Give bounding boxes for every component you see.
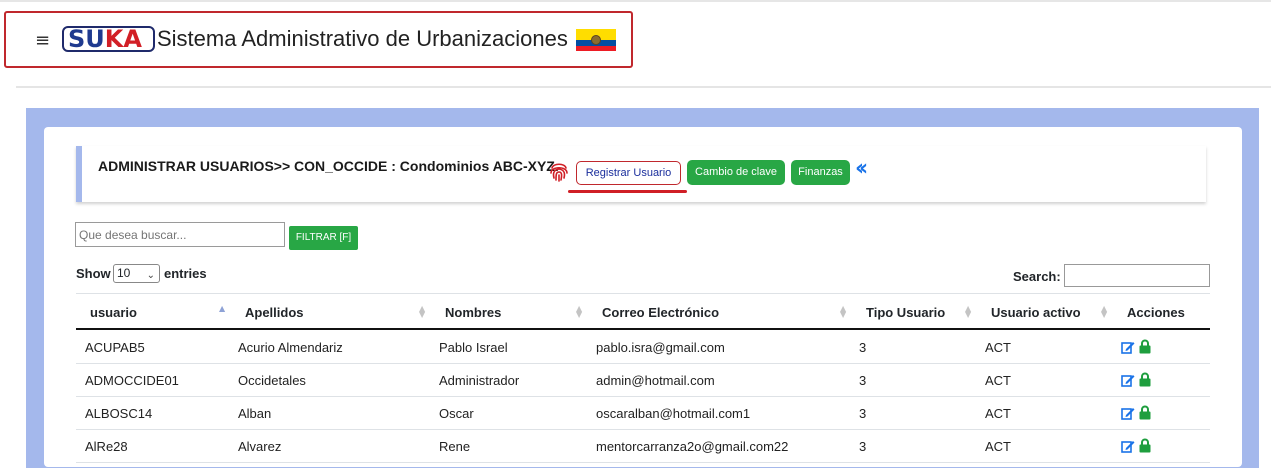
cell-activo: ACT bbox=[985, 373, 1011, 388]
cell-nombres: Oscar bbox=[439, 406, 474, 421]
cell-activo: ACT bbox=[985, 340, 1011, 355]
column-acciones: Acciones bbox=[1127, 305, 1185, 320]
finance-button[interactable]: Finanzas bbox=[791, 160, 850, 185]
lock-icon[interactable] bbox=[1139, 372, 1151, 387]
search-label: Search: bbox=[1013, 269, 1061, 284]
lock-icon[interactable] bbox=[1139, 339, 1151, 354]
cell-apellidos: Acurio Almendariz bbox=[238, 340, 343, 355]
cell-activo: ACT bbox=[985, 439, 1011, 454]
table-row: ADMOCCIDE01 Occidetales Administrador ad… bbox=[76, 364, 1210, 397]
highlight-underline bbox=[568, 190, 687, 193]
table-search-input[interactable] bbox=[1064, 264, 1210, 287]
edit-icon[interactable] bbox=[1121, 406, 1135, 420]
column-usuario[interactable]: usuario bbox=[90, 305, 137, 320]
sort-icon: ▲ ▼ bbox=[576, 304, 583, 319]
cell-correo: oscaralban@hotmail.com1 bbox=[596, 406, 751, 421]
sort-icon: ▲ ▼ bbox=[1101, 304, 1108, 319]
change-password-button[interactable]: Cambio de clave bbox=[687, 160, 785, 185]
column-correo[interactable]: Correo Electrónico bbox=[602, 305, 719, 320]
cell-usuario: AlRe28 bbox=[85, 439, 128, 454]
cell-nombres: Pablo Israel bbox=[439, 340, 508, 355]
filter-button[interactable]: FILTRAR [F] bbox=[289, 226, 358, 250]
sort-icon: ▲ ▼ bbox=[840, 304, 847, 319]
brand-box: ≡ SUKA Sistema Administrativo de Urbaniz… bbox=[4, 11, 633, 68]
table-header: usuario ▲ Apellidos ▲ ▼ Nombres ▲ ▼ Correo… bbox=[76, 294, 1210, 330]
cell-apellidos: Occidetales bbox=[238, 373, 306, 388]
cell-correo: admin@hotmail.com bbox=[596, 373, 715, 388]
lock-icon[interactable] bbox=[1139, 438, 1151, 453]
fingerprint-icon[interactable] bbox=[547, 159, 571, 183]
double-chevron-left-icon[interactable]: ‹‹ bbox=[855, 156, 868, 181]
ecuador-flag-icon bbox=[576, 29, 616, 51]
filter-input[interactable] bbox=[75, 222, 285, 247]
cell-tipo: 3 bbox=[859, 406, 867, 421]
table-row: ALBOSC14 Alban Oscar oscaralban@hotmail.… bbox=[76, 397, 1210, 430]
cell-correo: pablo.isra@gmail.com bbox=[596, 340, 725, 355]
cell-tipo: 3 bbox=[859, 373, 867, 388]
cell-apellidos: Alban bbox=[238, 406, 272, 421]
hamburger-icon[interactable]: ≡ bbox=[35, 30, 50, 51]
cell-apellidos: Alvarez bbox=[238, 439, 282, 454]
suka-logo: SUKA bbox=[62, 26, 155, 52]
column-nombres[interactable]: Nombres bbox=[445, 305, 501, 320]
page-size-select[interactable]: 10 ⌄ bbox=[113, 264, 160, 283]
divider bbox=[16, 86, 1271, 88]
chevron-down-icon: ⌄ bbox=[146, 270, 155, 281]
cell-activo: ACT bbox=[985, 406, 1011, 421]
edit-icon[interactable] bbox=[1121, 340, 1135, 354]
sort-icon: ▲ ▼ bbox=[965, 304, 972, 319]
lock-icon[interactable] bbox=[1139, 405, 1151, 420]
cell-tipo: 3 bbox=[859, 340, 867, 355]
sort-icon: ▲ ▼ bbox=[419, 304, 426, 319]
cell-nombres: Rene bbox=[439, 439, 471, 454]
top-bar: ≡ SUKA Sistema Administrativo de Urbaniz… bbox=[0, 0, 1271, 68]
show-label: Show bbox=[76, 266, 111, 281]
app-title: Sistema Administrativo de Urbanizaciones bbox=[157, 26, 568, 51]
table-row: AlRe28 Alvarez Rene mentorcarranza2o@gma… bbox=[76, 430, 1210, 463]
cell-correo: mentorcarranza2o@gmail.com22 bbox=[596, 439, 789, 454]
cell-tipo: 3 bbox=[859, 439, 867, 454]
page-title: ADMINISTRAR USUARIOS>> CON_OCCIDE : Cond… bbox=[98, 158, 559, 174]
edit-icon[interactable] bbox=[1121, 439, 1135, 453]
entries-label: entries bbox=[164, 266, 207, 281]
edit-icon[interactable] bbox=[1121, 373, 1135, 387]
sort-asc-icon: ▲ bbox=[219, 304, 226, 313]
cell-usuario: ACUPAB5 bbox=[85, 340, 145, 355]
table-row: ACUPAB5 Acurio Almendariz Pablo Israel p… bbox=[76, 331, 1210, 364]
column-apellidos[interactable]: Apellidos bbox=[245, 305, 304, 320]
cell-nombres: Administrador bbox=[439, 373, 520, 388]
column-usuario-activo[interactable]: Usuario activo bbox=[991, 305, 1081, 320]
column-tipo-usuario[interactable]: Tipo Usuario bbox=[866, 305, 945, 320]
register-user-button[interactable]: Registrar Usuario bbox=[576, 161, 681, 185]
cell-usuario: ALBOSC14 bbox=[85, 406, 153, 421]
cell-usuario: ADMOCCIDE01 bbox=[85, 373, 179, 388]
